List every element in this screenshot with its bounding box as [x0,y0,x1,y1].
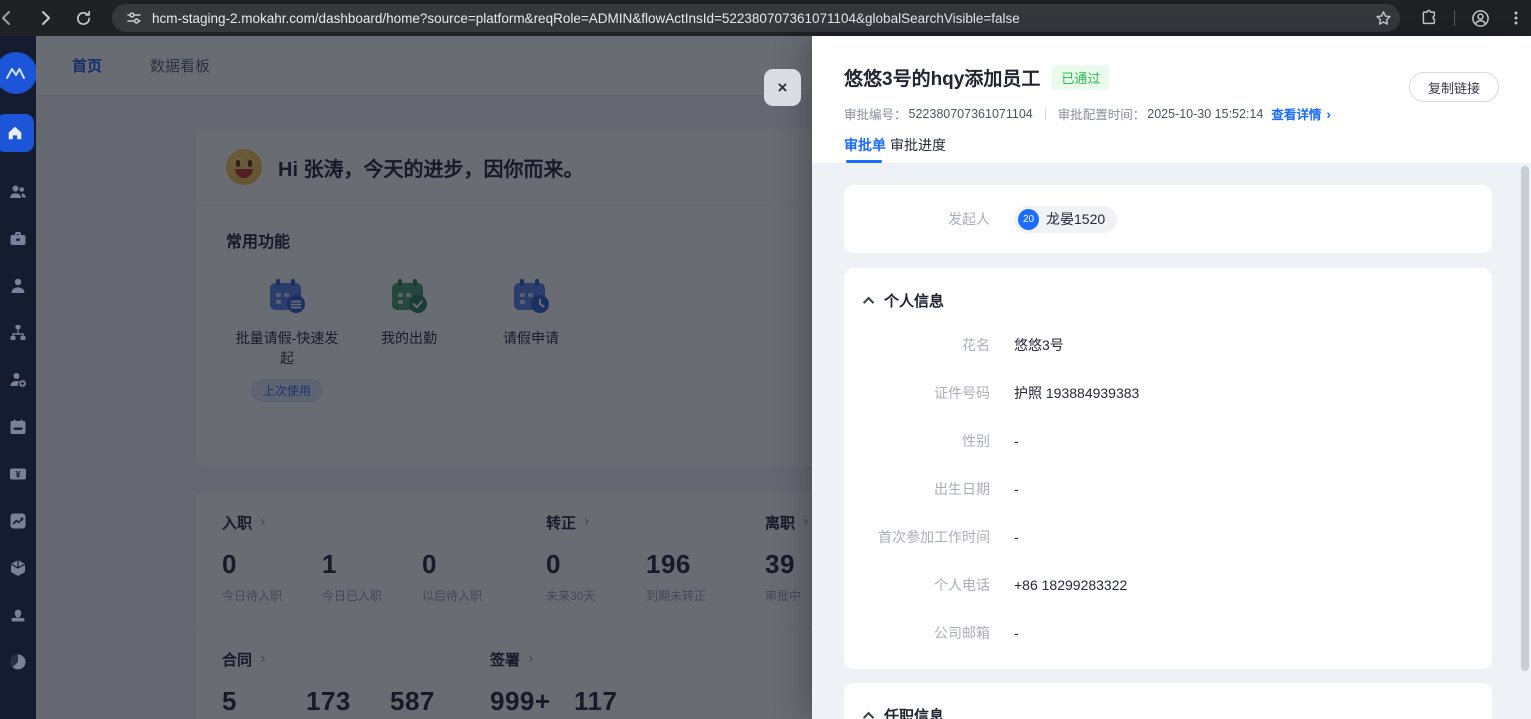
approval-meta: 审批编号： 522380707361071104 审批配置时间： 2025-10… [844,104,1499,123]
field-label: 公司邮箱 [934,625,990,641]
divider [1454,10,1455,26]
initiator-label: 发起人 [948,211,990,227]
field-value: - [1014,529,1019,545]
profile-icon[interactable] [1465,3,1495,33]
app-sidebar: ¥ [0,36,36,719]
sidebar-item-add-employee[interactable] [8,370,28,390]
sidebar-item-person[interactable] [8,276,28,296]
tab-approval-progress[interactable]: 审批进度 [890,135,946,163]
tab-approval-form[interactable]: 审批单 [844,135,886,163]
svg-text:¥: ¥ [15,470,20,480]
personal-info-section: 个人信息 花名 悠悠3号 证件号码 护照 193884939383 性别 - 出… [844,268,1492,669]
personal-info-header[interactable]: 个人信息 [844,290,1492,311]
panel-header: 悠悠3号的hqy添加员工 已通过 复制链接 审批编号： 522380707361… [812,36,1531,163]
back-icon[interactable] [0,3,22,33]
initiator-name: 龙晏1520 [1046,211,1106,227]
sidebar-item-org-chart[interactable] [8,323,28,343]
avatar: 20 [1018,208,1039,230]
browser-toolbar: hcm-staging-2.mokahr.com/dashboard/home?… [0,0,1531,36]
reload-icon[interactable] [68,3,98,33]
field-label: 出生日期 [934,481,990,497]
info-row-personal-phone: 个人电话 +86 18299283322 [844,561,1492,609]
browser-actions [1414,3,1531,33]
panel-body: 发起人 20 龙晏1520 个人信息 花名 悠悠3号 证件号码 护照 19388… [812,163,1531,719]
forward-icon[interactable] [30,3,60,33]
initiator-person-chip: 20 龙晏1520 [1014,205,1118,233]
moka-logo[interactable] [0,52,36,94]
field-label: 首次参加工作时间 [878,529,990,545]
url-bar[interactable]: hcm-staging-2.mokahr.com/dashboard/home?… [112,4,1400,32]
initiator-card: 发起人 20 龙晏1520 [844,185,1492,253]
field-label: 性别 [962,433,990,449]
info-row-birth-date: 出生日期 - [844,465,1492,513]
close-icon: × [777,77,788,97]
approval-no-label: 审批编号： [844,108,907,122]
view-detail-label: 查看详情 [1271,108,1322,122]
bookmark-star-icon[interactable] [1372,7,1394,29]
field-value: - [1014,625,1019,641]
chevron-up-icon [862,711,875,719]
field-value: - [1014,433,1019,449]
app-window: ¥ 首页 数据看板 [0,36,1531,719]
field-label: 个人电话 [934,577,990,593]
sidebar-item-performance[interactable] [8,511,28,531]
job-info-header[interactable]: 任职信息 [844,705,1492,719]
panel-scrollbar-thumb[interactable] [1521,166,1529,671]
browser-menu-icon[interactable] [1501,3,1531,33]
sidebar-item-recruiting[interactable] [8,229,28,249]
config-time-label: 审批配置时间： [1057,108,1146,122]
section-title: 任职信息 [884,708,945,719]
divider [1044,107,1046,120]
copy-link-button[interactable]: 复制链接 [1408,72,1499,102]
info-row-id-number: 证件号码 护照 193884939383 [844,369,1492,417]
field-value: 悠悠3号 [1014,337,1064,353]
info-row-company-email: 公司邮箱 - [844,609,1492,657]
extensions-icon[interactable] [1414,3,1444,33]
approval-no-value: 522380707361071104 [908,106,1033,121]
close-button[interactable]: × [764,69,801,106]
section-title: 个人信息 [884,293,945,310]
view-detail-link[interactable]: 查看详情 › [1271,104,1331,123]
info-row-gender: 性别 - [844,417,1492,465]
url-text: hcm-staging-2.mokahr.com/dashboard/home?… [152,10,1020,26]
job-info-section: 任职信息 [844,683,1492,719]
site-settings-icon[interactable] [126,10,142,26]
sidebar-item-assets[interactable] [8,558,28,578]
info-row-nickname: 花名 悠悠3号 [844,321,1492,369]
sidebar-item-stamp[interactable] [8,605,28,625]
field-value: - [1014,481,1019,497]
info-row-first-work-date: 首次参加工作时间 - [844,513,1492,561]
field-value: +86 18299283322 [1014,577,1128,593]
approval-title: 悠悠3号的hqy添加员工 [844,69,1041,90]
approval-detail-panel: × 悠悠3号的hqy添加员工 已通过 复制链接 审批编号： 5223807073… [764,36,1531,719]
field-label: 证件号码 [934,385,990,401]
field-value: 护照 193884939383 [1014,385,1140,401]
panel-tabs: 审批单 审批进度 [844,135,1499,163]
sidebar-item-home[interactable] [0,114,34,152]
chevron-up-icon [862,296,875,308]
chevron-right-icon: › [1326,105,1332,122]
sidebar-item-attendance-calendar[interactable] [8,417,28,437]
field-label: 花名 [962,337,990,353]
screen: hcm-staging-2.mokahr.com/dashboard/home?… [0,0,1531,719]
sidebar-item-reports[interactable] [8,652,28,672]
sidebar-item-payroll[interactable]: ¥ [8,464,28,484]
sidebar-item-employees[interactable] [8,182,28,202]
status-badge-approved: 已通过 [1052,65,1110,90]
config-time-value: 2025-10-30 15:52:14 [1147,106,1264,121]
copy-link-label: 复制链接 [1427,80,1480,96]
